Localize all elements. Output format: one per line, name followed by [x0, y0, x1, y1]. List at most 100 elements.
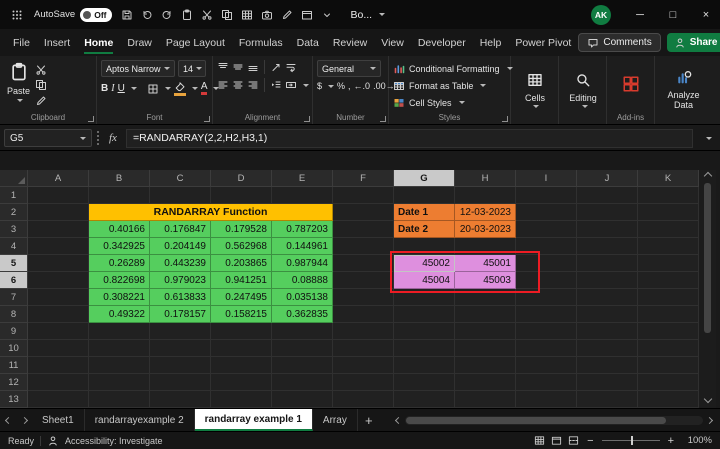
- editing-button[interactable]: Editing: [566, 70, 600, 110]
- cell-E6[interactable]: 0.08888: [272, 272, 333, 289]
- cell-J1[interactable]: [577, 187, 638, 204]
- cell-C7[interactable]: 0.613833: [150, 289, 211, 306]
- analyze-data-button[interactable]: Analyze Data: [660, 67, 708, 112]
- cell-A10[interactable]: [28, 340, 89, 357]
- menu-tab-developer[interactable]: Developer: [411, 29, 473, 56]
- cell-K5[interactable]: [638, 255, 699, 272]
- cell-J7[interactable]: [577, 289, 638, 306]
- cell-J3[interactable]: [577, 221, 638, 238]
- underline-button[interactable]: U: [118, 83, 125, 94]
- redo-icon[interactable]: [157, 5, 177, 25]
- cell-I8[interactable]: [516, 306, 577, 323]
- cell-E11[interactable]: [272, 357, 333, 374]
- cell-A8[interactable]: [28, 306, 89, 323]
- cut-icon[interactable]: [197, 5, 217, 25]
- borders-icon[interactable]: [147, 83, 159, 95]
- format-as-table-button[interactable]: Format as Table: [393, 77, 486, 94]
- row-header-7[interactable]: 7: [0, 289, 28, 306]
- name-box[interactable]: G5: [4, 129, 92, 147]
- cell-D8[interactable]: 0.158215: [211, 306, 272, 323]
- sheet-tab-randarray-example-1[interactable]: randarray example 1: [195, 409, 313, 431]
- currency-button[interactable]: $: [317, 81, 322, 91]
- cell-J2[interactable]: [577, 204, 638, 221]
- cell-F9[interactable]: [333, 323, 394, 340]
- cell-H11[interactable]: [455, 357, 516, 374]
- col-header-A[interactable]: A: [28, 170, 89, 187]
- share-button[interactable]: Share: [667, 33, 720, 52]
- row-header-2[interactable]: 2: [0, 204, 28, 221]
- zoom-level[interactable]: 100%: [682, 435, 712, 446]
- table-icon[interactable]: [237, 5, 257, 25]
- cell-D6[interactable]: 0.941251: [211, 272, 272, 289]
- cell-B6[interactable]: 0.822698: [89, 272, 150, 289]
- cell-F7[interactable]: [333, 289, 394, 306]
- cell-G6[interactable]: 45004: [394, 272, 455, 289]
- cell-I6[interactable]: [516, 272, 577, 289]
- app-launcher-icon[interactable]: [7, 5, 27, 25]
- cell-A3[interactable]: [28, 221, 89, 238]
- cell-H7[interactable]: [455, 289, 516, 306]
- cell-C12[interactable]: [150, 374, 211, 391]
- cell-K8[interactable]: [638, 306, 699, 323]
- undo-icon[interactable]: [137, 5, 157, 25]
- cell-J11[interactable]: [577, 357, 638, 374]
- cell-K1[interactable]: [638, 187, 699, 204]
- cell-H2[interactable]: 12-03-2023: [455, 204, 516, 221]
- cell-F6[interactable]: [333, 272, 394, 289]
- cell-I7[interactable]: [516, 289, 577, 306]
- cell-A4[interactable]: [28, 238, 89, 255]
- font-size-select[interactable]: 14: [178, 60, 206, 77]
- cell-A5[interactable]: [28, 255, 89, 272]
- number-dialog-launcher-icon[interactable]: [380, 116, 386, 122]
- menu-tab-insert[interactable]: Insert: [37, 29, 77, 56]
- cell-E5[interactable]: 0.987944: [272, 255, 333, 272]
- cell-K4[interactable]: [638, 238, 699, 255]
- cell-A7[interactable]: [28, 289, 89, 306]
- menu-tab-file[interactable]: File: [6, 29, 37, 56]
- cell-E1[interactable]: [272, 187, 333, 204]
- clipboard-icon[interactable]: [177, 5, 197, 25]
- cell-G13[interactable]: [394, 391, 455, 408]
- autosave-toggle[interactable]: Off: [80, 8, 112, 22]
- spreadsheet-grid[interactable]: ABCDEFGHIJK12345678910111213Date 112-03-…: [0, 170, 699, 408]
- cell-E8[interactable]: 0.362835: [272, 306, 333, 323]
- cell-D3[interactable]: 0.179528: [211, 221, 272, 238]
- cell-I4[interactable]: [516, 238, 577, 255]
- cell-H6[interactable]: 45003: [455, 272, 516, 289]
- cell-J10[interactable]: [577, 340, 638, 357]
- cell-B1[interactable]: [89, 187, 150, 204]
- comma-button[interactable]: ,: [348, 81, 351, 91]
- cell-K9[interactable]: [638, 323, 699, 340]
- cell-E3[interactable]: 0.787203: [272, 221, 333, 238]
- cell-K12[interactable]: [638, 374, 699, 391]
- cell-J8[interactable]: [577, 306, 638, 323]
- row-header-10[interactable]: 10: [0, 340, 28, 357]
- cell-I3[interactable]: [516, 221, 577, 238]
- scroll-right-icon[interactable]: [706, 416, 713, 423]
- formula-input[interactable]: =RANDARRAY(2,2,H2,H3,1): [126, 129, 693, 148]
- row-header-13[interactable]: 13: [0, 391, 28, 408]
- cell-A11[interactable]: [28, 357, 89, 374]
- cell-K11[interactable]: [638, 357, 699, 374]
- cell-C4[interactable]: 0.204149: [150, 238, 211, 255]
- cell-H5[interactable]: 45001: [455, 255, 516, 272]
- cell-G4[interactable]: [394, 238, 455, 255]
- menu-tab-page-layout[interactable]: Page Layout: [159, 29, 232, 56]
- cell-G7[interactable]: [394, 289, 455, 306]
- sheet-nav-left-icon[interactable]: [0, 409, 16, 431]
- cell-B2-title[interactable]: RANDARRAY Function: [89, 204, 333, 221]
- menu-tab-review[interactable]: Review: [326, 29, 374, 56]
- cell-H4[interactable]: [455, 238, 516, 255]
- cell-K2[interactable]: [638, 204, 699, 221]
- cell-I12[interactable]: [516, 374, 577, 391]
- cell-G10[interactable]: [394, 340, 455, 357]
- cell-B3[interactable]: 0.40166: [89, 221, 150, 238]
- cell-I10[interactable]: [516, 340, 577, 357]
- cell-G5[interactable]: 45002: [394, 255, 455, 272]
- cell-F5[interactable]: [333, 255, 394, 272]
- zoom-slider-knob[interactable]: [631, 436, 634, 445]
- cell-E12[interactable]: [272, 374, 333, 391]
- cut-icon[interactable]: [35, 62, 53, 77]
- cell-G3[interactable]: Date 2: [394, 221, 455, 238]
- percent-button[interactable]: %: [337, 81, 345, 91]
